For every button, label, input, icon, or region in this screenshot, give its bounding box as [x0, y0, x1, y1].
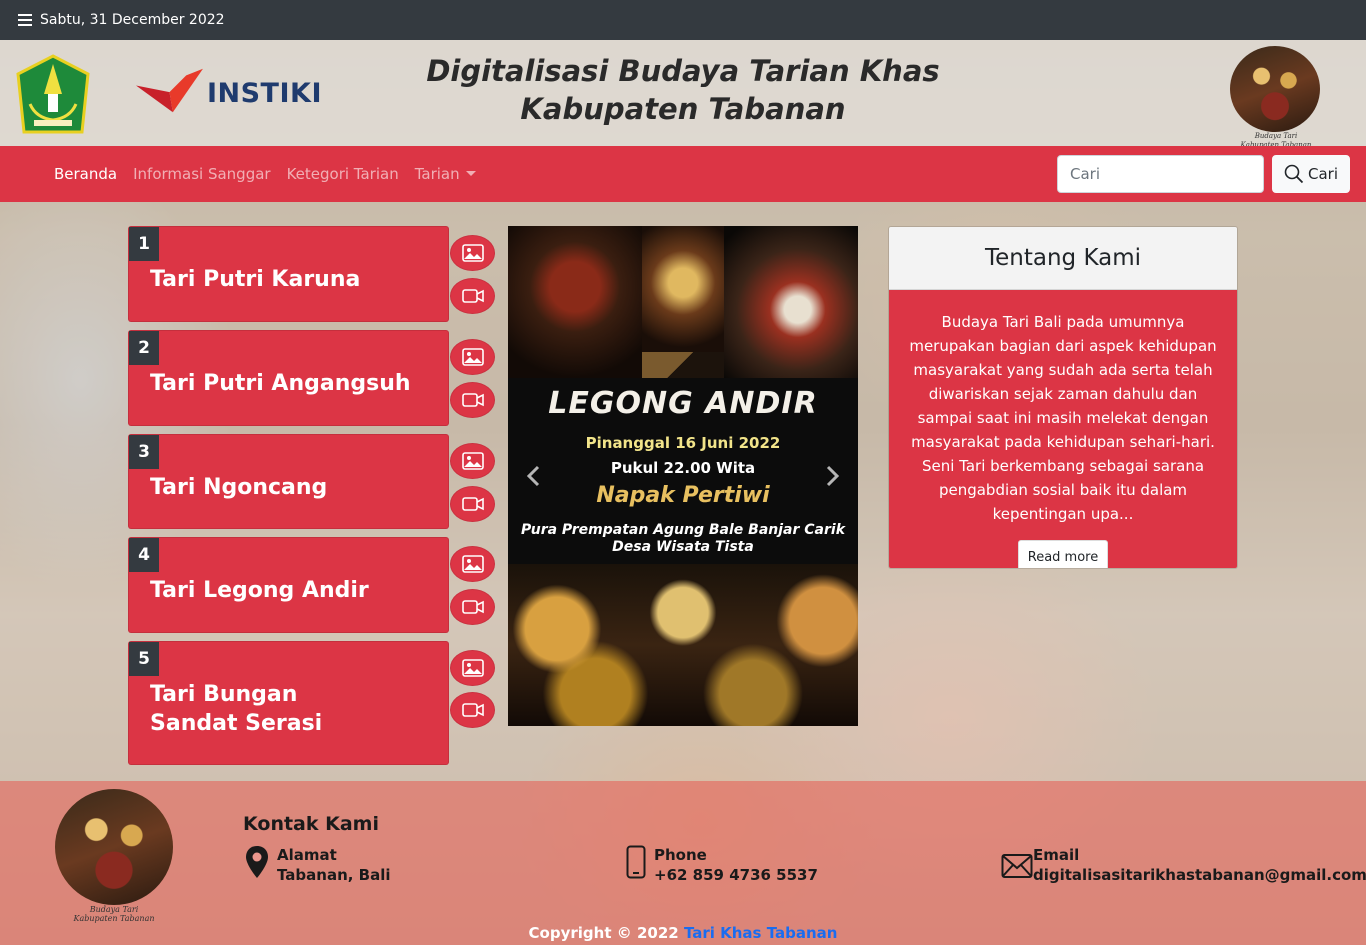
poster-date: Pinanggal 16 Juni 2022: [585, 434, 781, 452]
chevron-left-icon: [526, 465, 540, 487]
poster-bottom-photos: [508, 564, 858, 726]
copyright-link[interactable]: Tari Khas Tabanan: [684, 924, 838, 942]
phone-value[interactable]: +62 859 4736 5537: [654, 865, 818, 885]
image-icon: [461, 452, 484, 470]
video-button[interactable]: [450, 278, 495, 314]
photo-button[interactable]: [450, 443, 495, 479]
contact-phone: Phone +62 859 4736 5537: [626, 845, 818, 885]
poster-place: Pura Prempatan Agung Bale Banjar Carik D…: [508, 522, 858, 556]
envelope-icon: [1001, 854, 1033, 878]
nav-beranda[interactable]: Beranda: [54, 165, 117, 183]
menu-icon[interactable]: [18, 14, 32, 26]
about-body: Budaya Tari Bali pada umumnya merupakan …: [889, 290, 1237, 568]
dance-name: Tari Legong Andir: [150, 578, 369, 603]
photo-button[interactable]: [450, 546, 495, 582]
nav-tarian-label: Tarian: [414, 165, 460, 183]
instiki-logo[interactable]: INSTIKI: [136, 64, 322, 122]
dance-number: 2: [129, 331, 159, 365]
dance-card[interactable]: 2 Tari Putri Angangsuh: [128, 330, 449, 426]
contact-address: Alamat Tabanan, Bali: [245, 845, 391, 885]
footer-logo-caption-1: Budaya Tari: [89, 905, 139, 914]
about-title: Tentang Kami: [889, 227, 1237, 290]
video-icon: [461, 289, 484, 303]
video-button[interactable]: [450, 692, 495, 728]
phone-label: Phone: [654, 846, 707, 864]
poster-title: LEGONG ANDIR: [548, 386, 818, 421]
video-icon: [461, 703, 484, 717]
video-icon: [461, 497, 484, 511]
poster-top-photos: [508, 226, 858, 378]
email-label: Email: [1033, 846, 1080, 864]
search-button-label: Cari: [1308, 165, 1338, 183]
read-more-button[interactable]: Read more: [1017, 540, 1109, 568]
image-icon: [461, 244, 484, 262]
dance-name: Tari Putri Karuna: [150, 267, 361, 292]
image-icon: [461, 348, 484, 366]
budaya-tari-logo[interactable]: Budaya Tari Kabupaten Tabanan: [1230, 46, 1322, 149]
chevron-right-icon: [826, 465, 840, 487]
dance-number: 5: [129, 642, 159, 676]
caret-down-icon: [465, 171, 476, 176]
address-value: Tabanan, Bali: [277, 866, 391, 884]
site-header: INSTIKI Digitalisasi Budaya Tarian Khas …: [0, 40, 1366, 149]
main-navbar: Beranda Informasi Sanggar Ketegori Taria…: [0, 146, 1366, 202]
dance-card[interactable]: 4 Tari Legong Andir: [128, 537, 449, 633]
about-text: Budaya Tari Bali pada umumnya merupakan …: [909, 313, 1217, 523]
site-footer: Budaya Tari Kabupaten Tabanan Kontak Kam…: [0, 781, 1366, 945]
nav-informasi-sanggar[interactable]: Informasi Sanggar: [133, 165, 270, 183]
event-carousel[interactable]: LEGONG ANDIR Pinanggal 16 Juni 2022 Puku…: [508, 226, 858, 726]
video-icon: [461, 393, 484, 407]
contact-title: Kontak Kami: [243, 813, 379, 835]
poster-event-name: Napak Pertiwi: [596, 483, 770, 508]
poster-place-line-1: Pura Prempatan Agung Bale Banjar Carik: [520, 522, 846, 538]
poster-time: Pukul 22.00 Wita: [610, 459, 756, 477]
dance-number: 1: [129, 227, 159, 261]
nav-kategori-tarian[interactable]: Ketegori Tarian: [287, 165, 399, 183]
footer-budaya-logo: Budaya Tari Kabupaten Tabanan: [55, 789, 173, 923]
video-button[interactable]: [450, 486, 495, 522]
dance-name: Tari Ngoncang: [150, 475, 328, 500]
instiki-label: INSTIKI: [206, 77, 322, 109]
video-button[interactable]: [450, 589, 495, 625]
dance-name: Tari Bungan Sandat Serasi: [150, 682, 323, 736]
video-icon: [461, 600, 484, 614]
budaya-caption-1: Budaya Tari: [1254, 132, 1298, 140]
budaya-tari-photo: [1230, 46, 1320, 132]
top-bar: Sabtu, 31 December 2022: [0, 0, 1366, 40]
copyright-text: Copyright © 2022: [528, 924, 679, 942]
poster-place-line-2: Desa Wisata Tista: [612, 539, 754, 555]
dance-card[interactable]: 3 Tari Ngoncang: [128, 434, 449, 529]
search-input[interactable]: [1057, 155, 1264, 193]
dance-number: 3: [129, 435, 159, 469]
contact-email: Email digitalisasitarikhastabanan@gmail.…: [1001, 845, 1366, 885]
photo-button[interactable]: [450, 650, 495, 686]
dance-number: 4: [129, 538, 159, 572]
footer-logo-photo: [55, 789, 173, 905]
tabanan-logo[interactable]: [16, 54, 90, 134]
image-icon: [461, 659, 484, 677]
photo-button[interactable]: [450, 235, 495, 271]
photo-button[interactable]: [450, 339, 495, 375]
copyright: Copyright © 2022 Tari Khas Tabanan: [0, 924, 1366, 942]
search-icon: [1284, 164, 1304, 184]
current-date: Sabtu, 31 December 2022: [40, 12, 225, 28]
image-icon: [461, 555, 484, 573]
dance-name: Tari Putri Angangsuh: [150, 371, 411, 396]
footer-logo-caption-2: Kabupaten Tabanan: [73, 914, 155, 923]
nav-tarian-dropdown[interactable]: Tarian: [415, 165, 476, 183]
search-button[interactable]: Cari: [1272, 155, 1350, 193]
dance-card[interactable]: 1 Tari Putri Karuna: [128, 226, 449, 322]
address-label: Alamat: [277, 846, 337, 864]
carousel-next-button[interactable]: [820, 464, 844, 488]
email-value[interactable]: digitalisasitarikhastabanan@gmail.com: [1033, 865, 1366, 885]
carousel-prev-button[interactable]: [522, 464, 546, 488]
page-title: Digitalisasi Budaya Tarian Khas Kabupate…: [426, 54, 940, 126]
video-button[interactable]: [450, 382, 495, 418]
dance-card[interactable]: 5 Tari Bungan Sandat Serasi: [128, 641, 449, 765]
about-card: Tentang Kami Budaya Tari Bali pada umumn…: [888, 226, 1238, 569]
phone-icon: [626, 845, 646, 879]
map-pin-icon: [246, 846, 268, 878]
